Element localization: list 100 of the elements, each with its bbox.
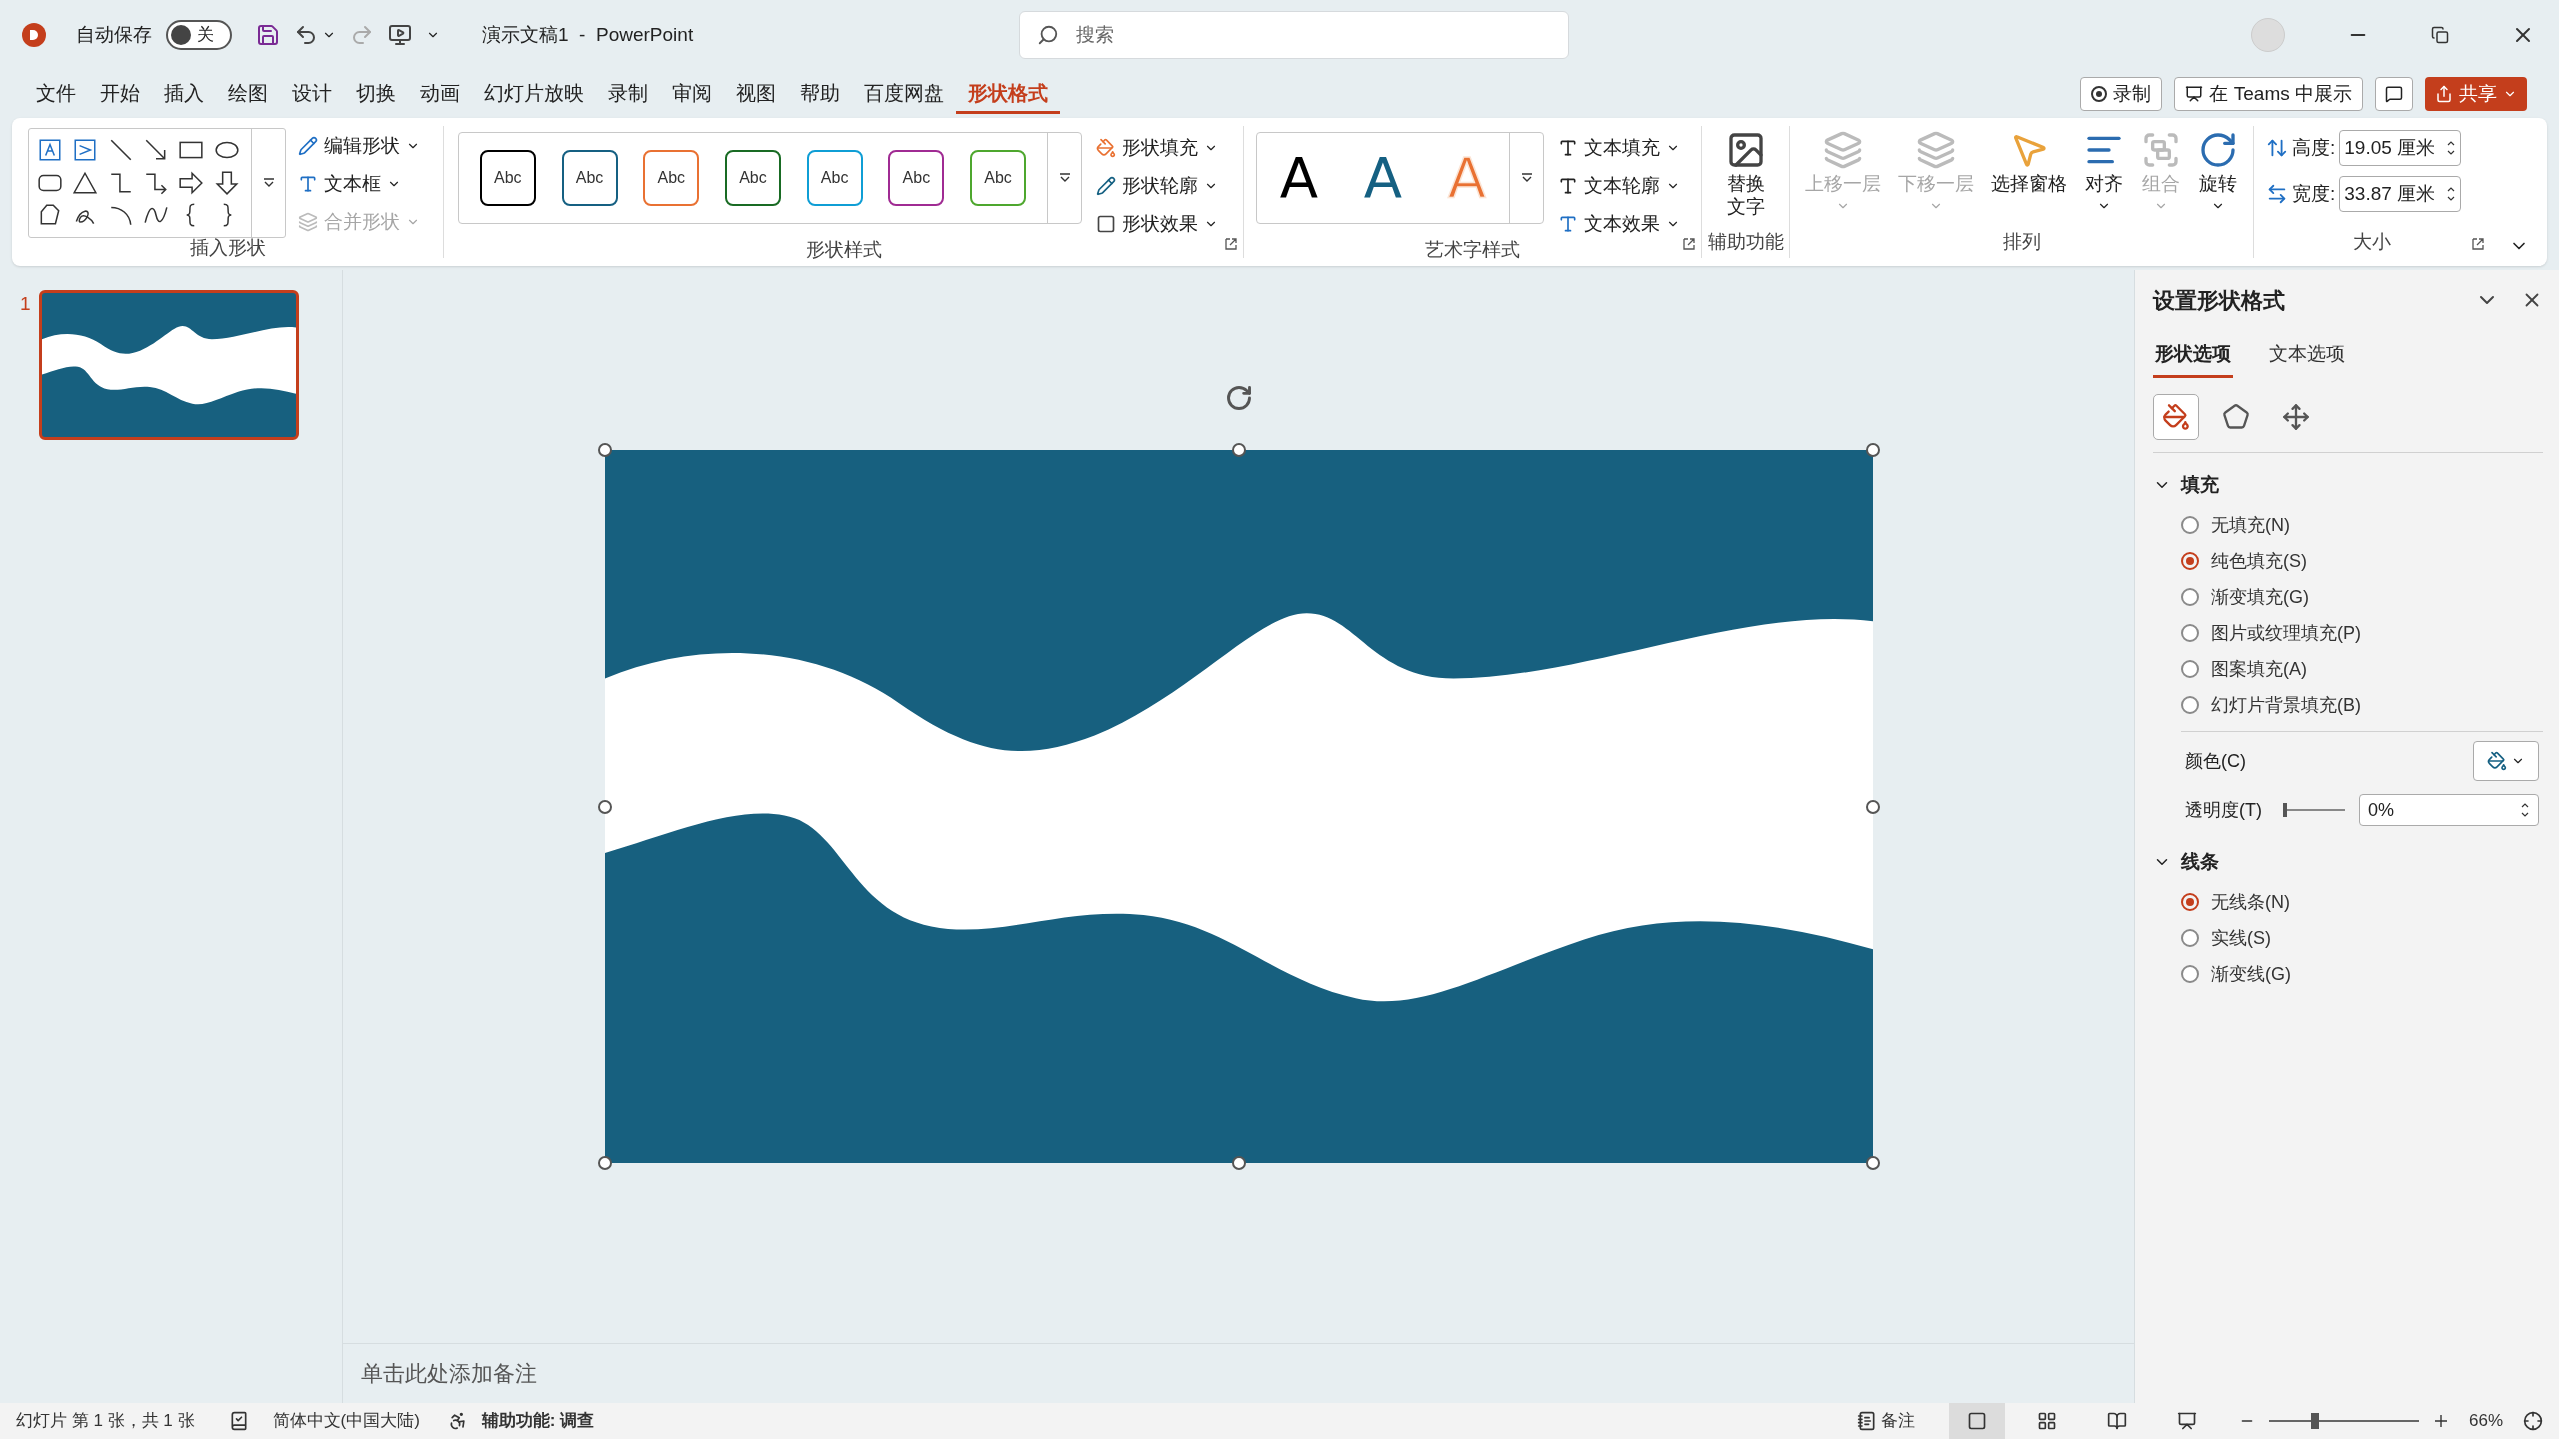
resize-handle[interactable] <box>597 443 612 457</box>
slideshow-icon[interactable] <box>388 23 412 47</box>
menu-tab[interactable]: 切换 <box>344 74 408 114</box>
spinner-icon[interactable] <box>2446 139 2457 157</box>
transparency-slider[interactable] <box>2285 802 2345 818</box>
radio-button[interactable] <box>2181 552 2199 570</box>
shape-style-preset[interactable]: Abc <box>479 150 536 206</box>
menu-tab[interactable]: 形状格式 <box>956 74 1060 114</box>
accessibility-icon[interactable] <box>447 1411 468 1431</box>
group-label: 大小 <box>2353 232 2391 254</box>
fit-slide-icon[interactable] <box>2523 1411 2543 1431</box>
alt-text-button[interactable]: 替换 文字 <box>1725 130 1766 232</box>
shape-style-preset[interactable]: Abc <box>643 150 700 206</box>
size-field[interactable]: 33.87 厘米 <box>2339 176 2462 212</box>
record-button[interactable]: 录制 <box>2080 77 2163 111</box>
wordart-preset[interactable]: A <box>1363 150 1403 206</box>
menu-tab[interactable]: 设计 <box>280 74 344 114</box>
menu-tab[interactable]: 录制 <box>596 74 660 114</box>
spinner-icon[interactable] <box>2520 801 2530 819</box>
dialog-launcher-icon[interactable] <box>2472 238 2484 250</box>
command-icon <box>1096 176 1116 196</box>
resize-handle[interactable] <box>597 1156 612 1170</box>
menu-tab[interactable]: 视图 <box>724 74 788 114</box>
ribbon-command[interactable]: 形状效果 <box>1096 208 1218 240</box>
shape-style-preset[interactable]: Abc <box>970 150 1027 206</box>
menu-tab[interactable]: 绘图 <box>216 74 280 114</box>
menu-tab[interactable]: 审阅 <box>660 74 724 114</box>
save-icon[interactable] <box>256 23 280 47</box>
zoom-level[interactable]: 66% <box>2468 1408 2503 1434</box>
zoom-in-icon[interactable] <box>2432 1413 2449 1429</box>
radio-button[interactable] <box>2181 965 2199 983</box>
autosave-toggle[interactable]: 关 <box>166 20 232 50</box>
shape-style-preset[interactable]: Abc <box>724 150 781 206</box>
ribbon-command[interactable]: 选择窗格 <box>1990 130 2067 232</box>
slide-counter: 幻灯片 第 1 张，共 1 张 <box>16 1410 195 1433</box>
shape-style-preset[interactable]: Abc <box>806 150 863 206</box>
radio-button[interactable] <box>2181 893 2199 911</box>
shape-vertical-textbox-icon[interactable] <box>72 137 99 163</box>
menu-tab[interactable]: 幻灯片放映 <box>472 74 596 114</box>
teams-present-button[interactable]: 在 Teams 中展示 <box>2174 77 2363 111</box>
search-field[interactable]: 搜索 <box>1019 11 1570 59</box>
dialog-launcher-icon[interactable] <box>1683 238 1695 250</box>
wordart-preset[interactable]: A <box>1279 150 1319 206</box>
notes-button[interactable]: 备注 <box>1856 1408 1915 1434</box>
radio-button[interactable] <box>2181 696 2199 714</box>
color-picker-button[interactable] <box>2473 741 2539 781</box>
radio-button[interactable] <box>2181 929 2199 947</box>
wave-shape[interactable] <box>604 613 1873 1002</box>
restore-icon[interactable] <box>2431 26 2449 44</box>
slider-thumb[interactable] <box>2283 803 2287 817</box>
menu-tab[interactable]: 文件 <box>24 74 88 114</box>
ribbon-command[interactable]: 旋转 <box>2198 130 2239 232</box>
shape-textbox-icon[interactable] <box>37 137 63 163</box>
ribbon-command[interactable]: 文本轮廓 <box>1558 170 1680 202</box>
menu-tab[interactable]: 开始 <box>88 74 152 114</box>
radio-button[interactable] <box>2181 660 2199 678</box>
section-header[interactable]: 填充 <box>2153 465 2543 505</box>
undo-icon[interactable] <box>294 23 318 47</box>
pane-tab[interactable]: 形状选项 <box>2153 334 2233 378</box>
menu-tab[interactable]: 帮助 <box>788 74 852 114</box>
radio-button[interactable] <box>2181 588 2199 606</box>
ribbon-command[interactable]: 文本框 <box>298 168 420 200</box>
radio-button[interactable] <box>2181 624 2199 642</box>
section-header[interactable]: 线条 <box>2153 842 2543 882</box>
resize-handle[interactable] <box>1865 443 1880 457</box>
normal-view-button[interactable] <box>1948 1403 2005 1439</box>
spinner-icon[interactable] <box>2446 185 2457 203</box>
group-label: 形状样式 <box>805 240 882 259</box>
radio-button[interactable] <box>2181 516 2199 534</box>
resize-handle[interactable] <box>1231 443 1246 457</box>
shape-style-preset[interactable]: Abc <box>888 150 945 206</box>
fill-line-tab[interactable] <box>2153 394 2199 440</box>
language-label[interactable]: 简体中文(中国大陆) <box>272 1408 420 1434</box>
dialog-launcher-icon[interactable] <box>1225 238 1237 250</box>
resize-handle[interactable] <box>1865 1156 1880 1170</box>
comments-button[interactable] <box>2375 77 2413 111</box>
wave-shape[interactable] <box>41 325 296 405</box>
shape-right-arrow-icon[interactable] <box>178 169 205 196</box>
menu-tab[interactable]: 插入 <box>152 74 216 114</box>
ribbon-command[interactable]: 形状轮廓 <box>1096 170 1218 202</box>
notes-placeholder[interactable]: 单击此处添加备注 <box>361 1357 537 1390</box>
ribbon-command[interactable]: 形状填充 <box>1096 132 1218 164</box>
slider-thumb[interactable] <box>2311 1413 2320 1429</box>
ribbon-command[interactable]: 对齐 <box>2084 130 2125 232</box>
ribbon-command[interactable]: 文本填充 <box>1558 132 1680 164</box>
ribbon-command[interactable]: 文本效果 <box>1558 208 1680 240</box>
option-label: 图案填充(A) <box>2211 657 2307 681</box>
slide-thumbnail[interactable] <box>38 290 299 440</box>
ribbon-command[interactable]: 编辑形状 <box>298 130 420 162</box>
shape-down-arrow-icon[interactable] <box>213 169 240 196</box>
pane-tab[interactable]: 文本选项 <box>2267 334 2347 378</box>
zoom-slider[interactable] <box>2268 1411 2419 1431</box>
shape-style-preset[interactable]: Abc <box>561 150 618 206</box>
resize-handle[interactable] <box>597 799 612 814</box>
menu-tab[interactable]: 百度网盘 <box>852 74 956 114</box>
menu-tab[interactable]: 动画 <box>408 74 472 114</box>
accessibility-status[interactable]: 辅助功能: 调查 <box>481 1408 595 1434</box>
size-field[interactable]: 19.05 厘米 <box>2339 130 2462 166</box>
share-button[interactable]: 共享 <box>2425 77 2527 111</box>
transparency-field[interactable]: 0% <box>2359 794 2539 826</box>
